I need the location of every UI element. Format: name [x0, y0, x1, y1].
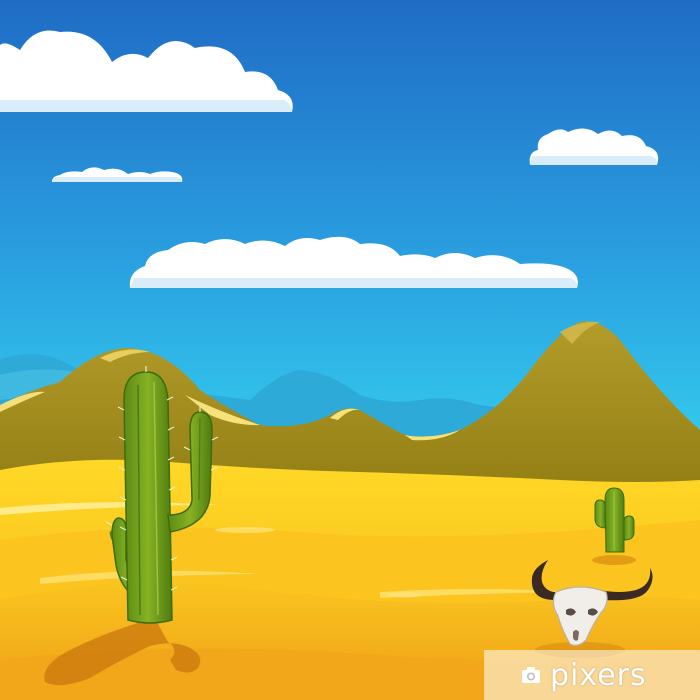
camera-icon — [522, 667, 540, 683]
desert-landscape-scene: pixers — [0, 0, 700, 700]
pixers-watermark: pixers — [484, 650, 700, 700]
watermark-brand-text: pixers — [550, 657, 647, 693]
